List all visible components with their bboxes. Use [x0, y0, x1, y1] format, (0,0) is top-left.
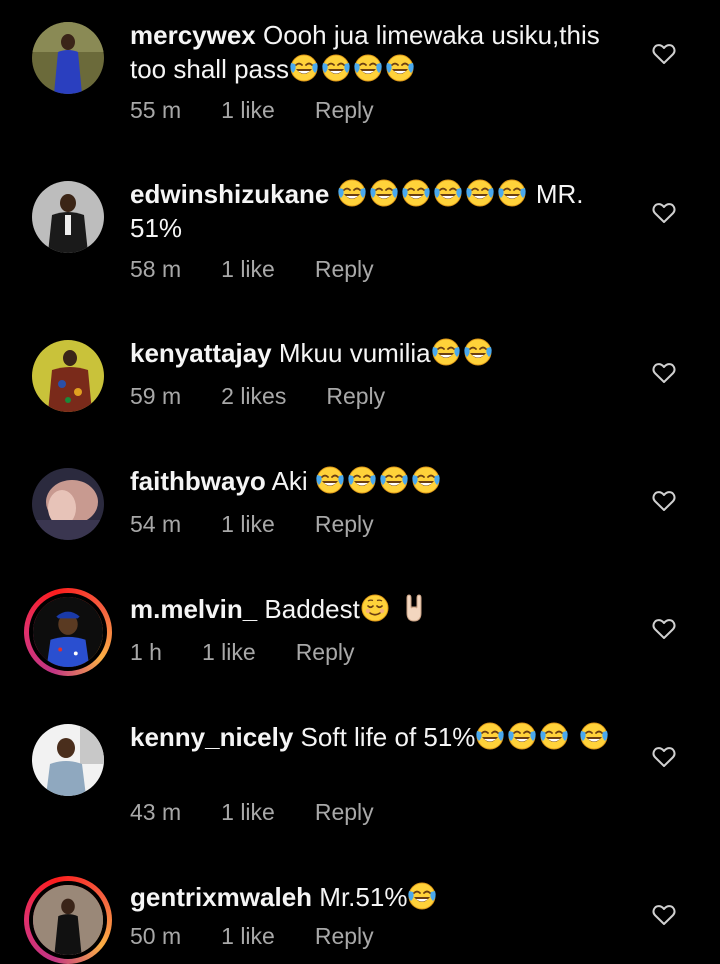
- comment-text: Aki: [271, 466, 308, 496]
- comment-text: Soft life of 51%: [300, 722, 476, 752]
- relieved-face-icon: [360, 593, 390, 623]
- avatar[interactable]: [32, 724, 104, 796]
- comment-time: 43 m: [130, 799, 182, 825]
- avatar[interactable]: [32, 22, 104, 94]
- comment-likes[interactable]: 1 like: [221, 923, 275, 955]
- joy-tears-icon: [315, 465, 345, 495]
- joy-tears-icon: [289, 53, 319, 83]
- heart-outline-icon[interactable]: [652, 904, 676, 926]
- comment-likes[interactable]: 2 likes: [221, 383, 286, 415]
- comment-text: Baddest: [264, 594, 360, 624]
- comment-likes[interactable]: 1 like: [221, 799, 275, 831]
- comment-username[interactable]: kenny_nicely: [130, 722, 293, 752]
- heart-outline-icon[interactable]: [652, 490, 676, 512]
- comment-username[interactable]: edwinshizukane: [130, 179, 329, 209]
- joy-tears-icon: [347, 465, 377, 495]
- joy-tears-icon: [463, 337, 493, 367]
- comment-username[interactable]: m.melvin_: [130, 594, 257, 624]
- comment-time: 1 h: [130, 639, 162, 665]
- joy-tears-icon: [497, 178, 527, 208]
- joy-tears-icon: [465, 178, 495, 208]
- joy-tears-icon: [431, 337, 461, 367]
- rock-hand-icon: [399, 593, 429, 623]
- joy-tears-icon: [579, 721, 609, 751]
- reply-button[interactable]: Reply: [315, 511, 374, 543]
- comment-likes[interactable]: 1 like: [221, 511, 275, 543]
- reply-button[interactable]: Reply: [315, 799, 374, 831]
- joy-tears-icon: [475, 721, 505, 751]
- comment-time: 55 m: [130, 97, 182, 123]
- comment-time: 50 m: [130, 923, 182, 949]
- comment-likes[interactable]: 1 like: [202, 639, 256, 671]
- avatar[interactable]: [32, 181, 104, 253]
- reply-button[interactable]: Reply: [296, 639, 355, 671]
- joy-tears-icon: [407, 881, 437, 911]
- reply-button[interactable]: Reply: [315, 923, 374, 955]
- comment-text: Mkuu vumilia: [278, 338, 431, 368]
- reply-button[interactable]: Reply: [326, 383, 385, 415]
- reply-button[interactable]: Reply: [315, 256, 374, 288]
- heart-outline-icon[interactable]: [652, 618, 676, 640]
- comment-likes[interactable]: 1 like: [221, 256, 275, 288]
- comment-time: 59 m: [130, 383, 182, 409]
- heart-outline-icon[interactable]: [652, 746, 676, 768]
- joy-tears-icon: [539, 721, 569, 751]
- joy-tears-icon: [369, 178, 399, 208]
- joy-tears-icon: [379, 465, 409, 495]
- heart-outline-icon[interactable]: [652, 362, 676, 384]
- joy-tears-icon: [321, 53, 351, 83]
- comment-time: 58 m: [130, 256, 182, 282]
- heart-outline-icon[interactable]: [652, 43, 676, 65]
- joy-tears-icon: [401, 178, 431, 208]
- reply-button[interactable]: Reply: [315, 97, 374, 129]
- joy-tears-icon: [337, 178, 367, 208]
- comment-username[interactable]: gentrixmwaleh: [130, 882, 312, 912]
- joy-tears-icon: [411, 465, 441, 495]
- joy-tears-icon: [353, 53, 383, 83]
- avatar-story-ring[interactable]: [24, 876, 112, 964]
- comment-time: 54 m: [130, 511, 182, 537]
- avatar-story-ring[interactable]: [24, 588, 112, 676]
- comment-text: Mr.51%: [319, 882, 408, 912]
- joy-tears-icon: [433, 178, 463, 208]
- joy-tears-icon: [507, 721, 537, 751]
- avatar[interactable]: [32, 468, 104, 540]
- heart-outline-icon[interactable]: [652, 202, 676, 224]
- joy-tears-icon: [385, 53, 415, 83]
- avatar[interactable]: [32, 340, 104, 412]
- comment-likes[interactable]: 1 like: [221, 97, 275, 129]
- comment-username[interactable]: faithbwayo: [130, 466, 266, 496]
- comment-username[interactable]: kenyattajay: [130, 338, 272, 368]
- comment-username[interactable]: mercywex: [130, 20, 256, 50]
